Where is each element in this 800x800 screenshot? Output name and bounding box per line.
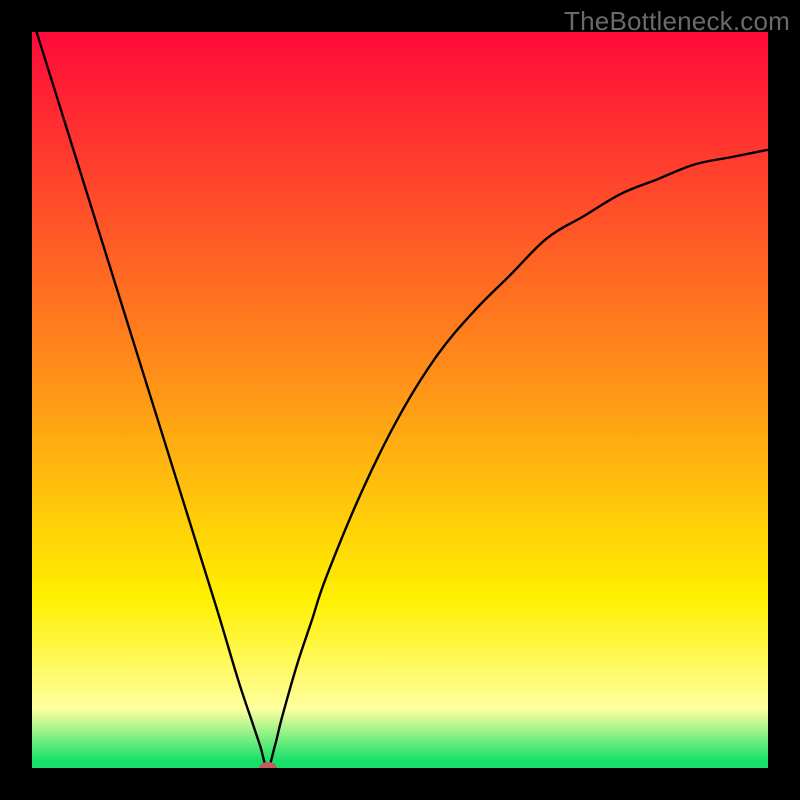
bottleneck-curve — [32, 32, 768, 768]
watermark-text: TheBottleneck.com — [564, 6, 790, 37]
plot-area — [32, 32, 768, 768]
minimum-dot — [259, 762, 277, 768]
chart-frame: TheBottleneck.com — [0, 0, 800, 800]
